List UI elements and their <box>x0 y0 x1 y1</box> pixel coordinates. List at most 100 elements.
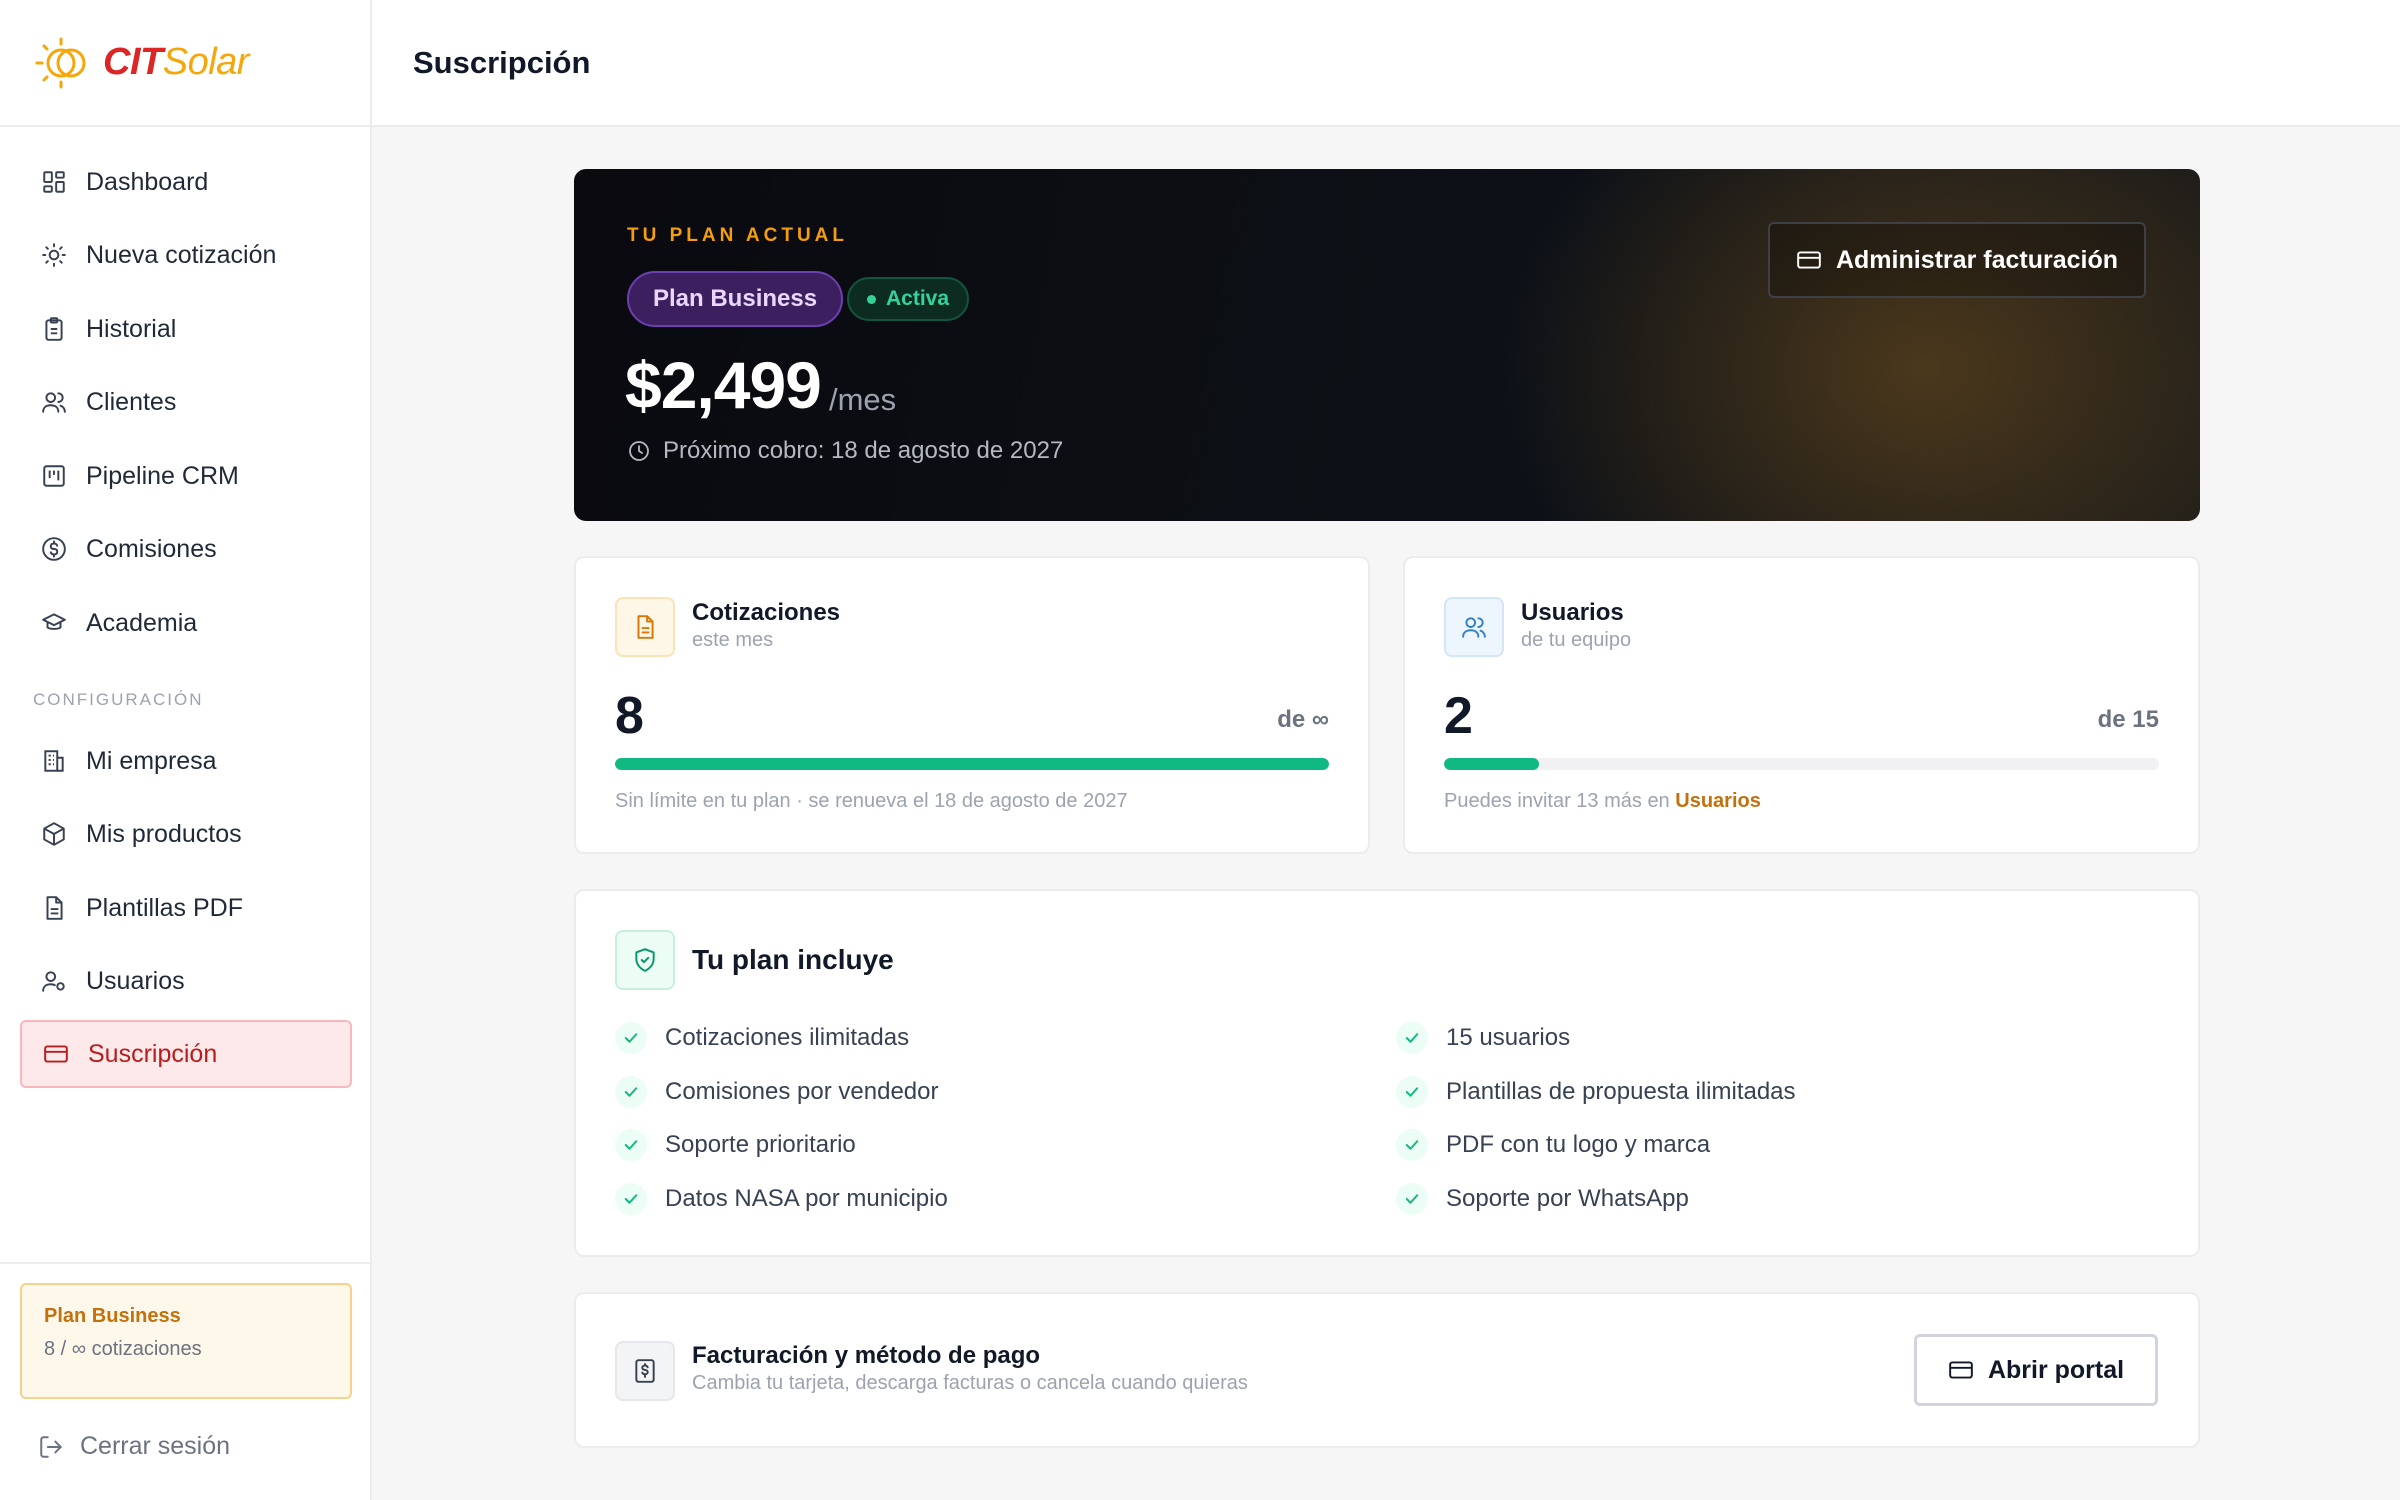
section-label-configuracion: CONFIGURACIÓN <box>33 690 204 709</box>
dashboard-icon <box>40 168 68 196</box>
sidebar-item-usuarios[interactable]: Usuarios <box>20 947 352 1015</box>
sidebar-item-mi-empresa[interactable]: Mi empresa <box>20 727 352 795</box>
sidebar-item-label: Suscripción <box>88 1039 218 1068</box>
feature-label: Comisiones por vendedor <box>665 1078 939 1105</box>
feature-label: Soporte por WhatsApp <box>1446 1185 1689 1212</box>
sun-icon <box>33 31 97 95</box>
users-progress-bar <box>1444 758 2159 770</box>
sidebar-item-mis-productos[interactable]: Mis productos <box>20 800 352 868</box>
feature-item: PDF con tu logo y marca <box>1396 1129 1710 1161</box>
sidebar-item-label: Comisiones <box>86 534 217 563</box>
sidebar: CIT Solar Dashboard Nueva cotización Hist… <box>0 0 372 1500</box>
plan-eyebrow: TU PLAN ACTUAL <box>627 225 848 246</box>
feature-item: Soporte prioritario <box>615 1129 856 1161</box>
credit-card-icon <box>1796 247 1822 273</box>
feature-label: 15 usuarios <box>1446 1024 1571 1051</box>
check-icon <box>1396 1183 1428 1215</box>
quotes-limit: de ∞ <box>1277 706 1329 733</box>
feature-item: Soporte por WhatsApp <box>1396 1183 1689 1215</box>
box-icon <box>40 820 68 848</box>
feature-label: Cotizaciones ilimitadas <box>665 1024 910 1051</box>
users-icon <box>40 388 68 416</box>
users-progress-fill <box>1444 758 1540 770</box>
users-icon <box>1444 597 1504 657</box>
shield-check-icon <box>615 930 675 990</box>
check-icon <box>1396 1129 1428 1161</box>
quotes-subtitle: este mes <box>692 629 774 651</box>
page-title: Suscripción <box>413 44 591 80</box>
logout-icon <box>38 1434 64 1460</box>
billing-card: Facturación y método de pago Cambia tu t… <box>574 1292 2200 1448</box>
plan-summary-title: Plan Business <box>44 1305 181 1327</box>
sidebar-item-label: Clientes <box>86 387 177 416</box>
sidebar-item-label: Pipeline CRM <box>86 461 239 490</box>
sidebar-divider <box>0 1262 370 1264</box>
feature-item: Plantillas de propuesta ilimitadas <box>1396 1076 1796 1108</box>
sidebar-item-label: Plantillas PDF <box>86 893 243 922</box>
document-icon <box>615 597 675 657</box>
sidebar-item-dashboard[interactable]: Dashboard <box>20 148 352 216</box>
sidebar-item-label: Usuarios <box>86 966 185 995</box>
feature-item: Datos NASA por municipio <box>615 1183 948 1215</box>
features-title: Tu plan incluye <box>692 944 894 975</box>
clock-icon <box>627 439 651 463</box>
sidebar-item-label: Historial <box>86 314 177 343</box>
clipboard-icon <box>40 315 68 343</box>
credit-card-icon <box>1948 1357 1974 1383</box>
sidebar-item-pipeline-crm[interactable]: Pipeline CRM <box>20 442 352 510</box>
plan-badge: Plan Business <box>627 271 844 327</box>
sun-icon <box>40 241 68 269</box>
plan-features-card: Tu plan incluye Cotizaciones ilimitadas … <box>574 889 2200 1257</box>
users-subtitle: de tu equipo <box>1521 629 1632 651</box>
users-link[interactable]: Usuarios <box>1675 790 1761 812</box>
building-icon <box>40 747 68 775</box>
feature-item: 15 usuarios <box>1396 1022 1570 1054</box>
sidebar-item-label: Dashboard <box>86 167 209 196</box>
status-badge: Activa <box>847 277 970 321</box>
sidebar-plan-summary[interactable]: Plan Business 8 / ∞ cotizaciones <box>20 1283 352 1399</box>
sidebar-item-plantillas-pdf[interactable]: Plantillas PDF <box>20 874 352 942</box>
sidebar-item-comisiones[interactable]: Comisiones <box>20 515 352 583</box>
check-icon <box>615 1022 647 1054</box>
check-icon <box>1396 1022 1428 1054</box>
sidebar-item-label: Mis productos <box>86 819 242 848</box>
next-charge: Próximo cobro: 18 de agosto de 2027 <box>627 437 1063 465</box>
sidebar-item-historial[interactable]: Historial <box>20 295 352 363</box>
quotes-usage-card: Cotizaciones este mes 8 de ∞ Sin límite … <box>574 556 1370 854</box>
quotes-progress-bar <box>615 758 1329 770</box>
brand-name-solar: Solar <box>162 41 250 83</box>
quotes-count: 8 <box>615 687 644 745</box>
sidebar-item-label: Nueva cotización <box>86 240 277 269</box>
next-charge-text: Próximo cobro: 18 de agosto de 2027 <box>663 437 1064 464</box>
status-dot <box>867 294 876 304</box>
feature-label: Datos NASA por municipio <box>665 1185 948 1212</box>
sidebar-item-academia[interactable]: Academia <box>20 589 352 657</box>
feature-item: Cotizaciones ilimitadas <box>615 1022 909 1054</box>
sidebar-item-nueva-cotizacion[interactable]: Nueva cotización <box>20 221 352 289</box>
check-icon <box>615 1076 647 1108</box>
quotes-progress-fill <box>615 758 1329 770</box>
open-portal-label: Abrir portal <box>1987 1355 2125 1384</box>
open-portal-button[interactable]: Abrir portal <box>1914 1334 2158 1406</box>
brand-logo[interactable]: CIT Solar <box>0 0 370 127</box>
users-title: Usuarios <box>1521 599 1624 626</box>
topbar: Suscripción <box>372 0 2400 127</box>
check-icon <box>615 1183 647 1215</box>
users-note: Puedes invitar 13 más en Usuarios <box>1444 790 1761 813</box>
manage-billing-button[interactable]: Administrar facturación <box>1768 222 2146 298</box>
check-icon <box>1396 1076 1428 1108</box>
user-cog-icon <box>40 967 68 995</box>
file-icon <box>40 894 68 922</box>
sidebar-item-label: Academia <box>86 608 198 637</box>
feature-label: Plantillas de propuesta ilimitadas <box>1446 1078 1796 1105</box>
receipt-icon <box>615 1341 675 1401</box>
sidebar-item-clientes[interactable]: Clientes <box>20 368 352 436</box>
current-plan-card: TU PLAN ACTUAL Plan Business Activa $2,4… <box>574 169 2200 521</box>
logout-button[interactable]: Cerrar sesión <box>38 1432 230 1461</box>
feature-label: Soporte prioritario <box>665 1131 856 1158</box>
brand-name-cit: CIT <box>103 41 163 83</box>
kanban-icon <box>40 462 68 490</box>
sidebar-item-suscripcion[interactable]: Suscripción <box>20 1020 352 1088</box>
feature-label: PDF con tu logo y marca <box>1446 1131 1711 1158</box>
manage-billing-label: Administrar facturación <box>1835 245 2118 274</box>
